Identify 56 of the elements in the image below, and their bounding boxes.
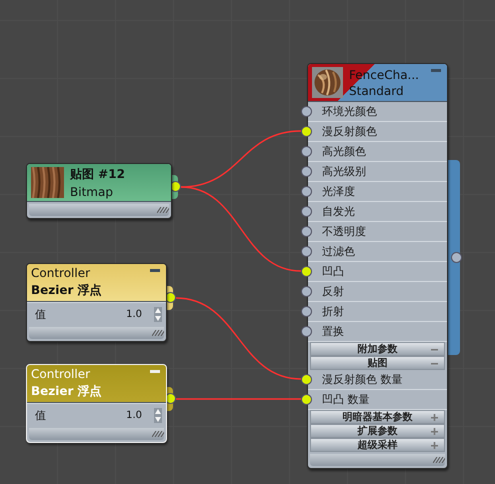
node-type: Bezier 浮点 xyxy=(31,383,102,400)
controller-node[interactable]: Controller Bezier 浮点 值 1.0 xyxy=(26,364,167,443)
rollout-header[interactable]: 超级采样 xyxy=(310,438,445,452)
param-value[interactable]: 1.0 xyxy=(126,410,142,420)
param-label: 值 xyxy=(35,408,46,422)
input-socket[interactable] xyxy=(301,374,312,384)
input-socket[interactable] xyxy=(301,226,312,236)
bitmap-node[interactable]: 贴图 #12 Bitmap xyxy=(26,163,172,219)
node-title: Controller xyxy=(31,367,92,381)
node-type: Standard xyxy=(349,84,405,98)
rollout-header[interactable]: 明暗器基本参数 xyxy=(310,410,445,424)
node-title: 贴图 #12 xyxy=(70,166,125,183)
node-type: Bezier 浮点 xyxy=(31,282,102,299)
input-socket[interactable] xyxy=(301,166,312,176)
slot-label: 漫反射颜色 xyxy=(322,124,377,139)
node-type: Bitmap xyxy=(70,185,114,199)
slot-label: 漫反射颜色 数量 xyxy=(322,372,402,387)
resize-grip-icon[interactable] xyxy=(433,457,445,463)
slot-label: 环境光颜色 xyxy=(322,104,377,119)
node-header[interactable]: 贴图 #12 Bitmap xyxy=(27,164,171,202)
input-socket[interactable] xyxy=(301,126,312,136)
node-header[interactable]: Controller Bezier 浮点 xyxy=(27,264,166,302)
resize-grip-icon[interactable] xyxy=(152,330,164,336)
slot-label: 置换 xyxy=(322,324,344,339)
input-socket[interactable] xyxy=(301,326,312,336)
slot-label: 折射 xyxy=(322,304,344,319)
resize-grip-icon[interactable] xyxy=(152,431,164,437)
input-socket[interactable] xyxy=(301,106,312,116)
slot-label: 凹凸 数量 xyxy=(322,392,370,407)
input-socket[interactable] xyxy=(301,146,312,156)
param-value[interactable]: 1.0 xyxy=(126,308,142,320)
slot-label: 高光级别 xyxy=(322,164,366,179)
input-socket[interactable] xyxy=(301,206,312,216)
input-socket[interactable] xyxy=(301,306,312,316)
node-title: Controller xyxy=(31,266,92,280)
rollout-header[interactable]: 附加参数 xyxy=(310,342,445,356)
slot-label: 反射 xyxy=(322,284,344,299)
slot-label: 高光颜色 xyxy=(322,144,366,159)
slot-label: 凹凸 xyxy=(322,264,344,279)
input-socket[interactable] xyxy=(301,246,312,256)
slot-label: 过滤色 xyxy=(322,244,355,259)
slot-label: 自发光 xyxy=(322,204,355,219)
controller-node[interactable]: Controller Bezier 浮点 值 1.0 xyxy=(26,263,167,342)
minimize-icon[interactable] xyxy=(150,370,160,374)
resize-grip-icon[interactable] xyxy=(157,207,169,213)
minimize-icon[interactable] xyxy=(431,69,441,73)
slot-label: 不透明度 xyxy=(322,224,366,239)
slot-label: 光泽度 xyxy=(322,184,355,199)
rollout-header[interactable]: 扩展参数 xyxy=(310,424,445,438)
input-socket[interactable] xyxy=(301,186,312,196)
input-socket[interactable] xyxy=(301,394,312,404)
input-socket[interactable] xyxy=(301,266,312,276)
param-label: 值 xyxy=(35,306,46,322)
minimize-icon[interactable] xyxy=(150,269,160,273)
input-socket[interactable] xyxy=(301,286,312,296)
rollout-header[interactable]: 贴图 xyxy=(310,356,445,370)
